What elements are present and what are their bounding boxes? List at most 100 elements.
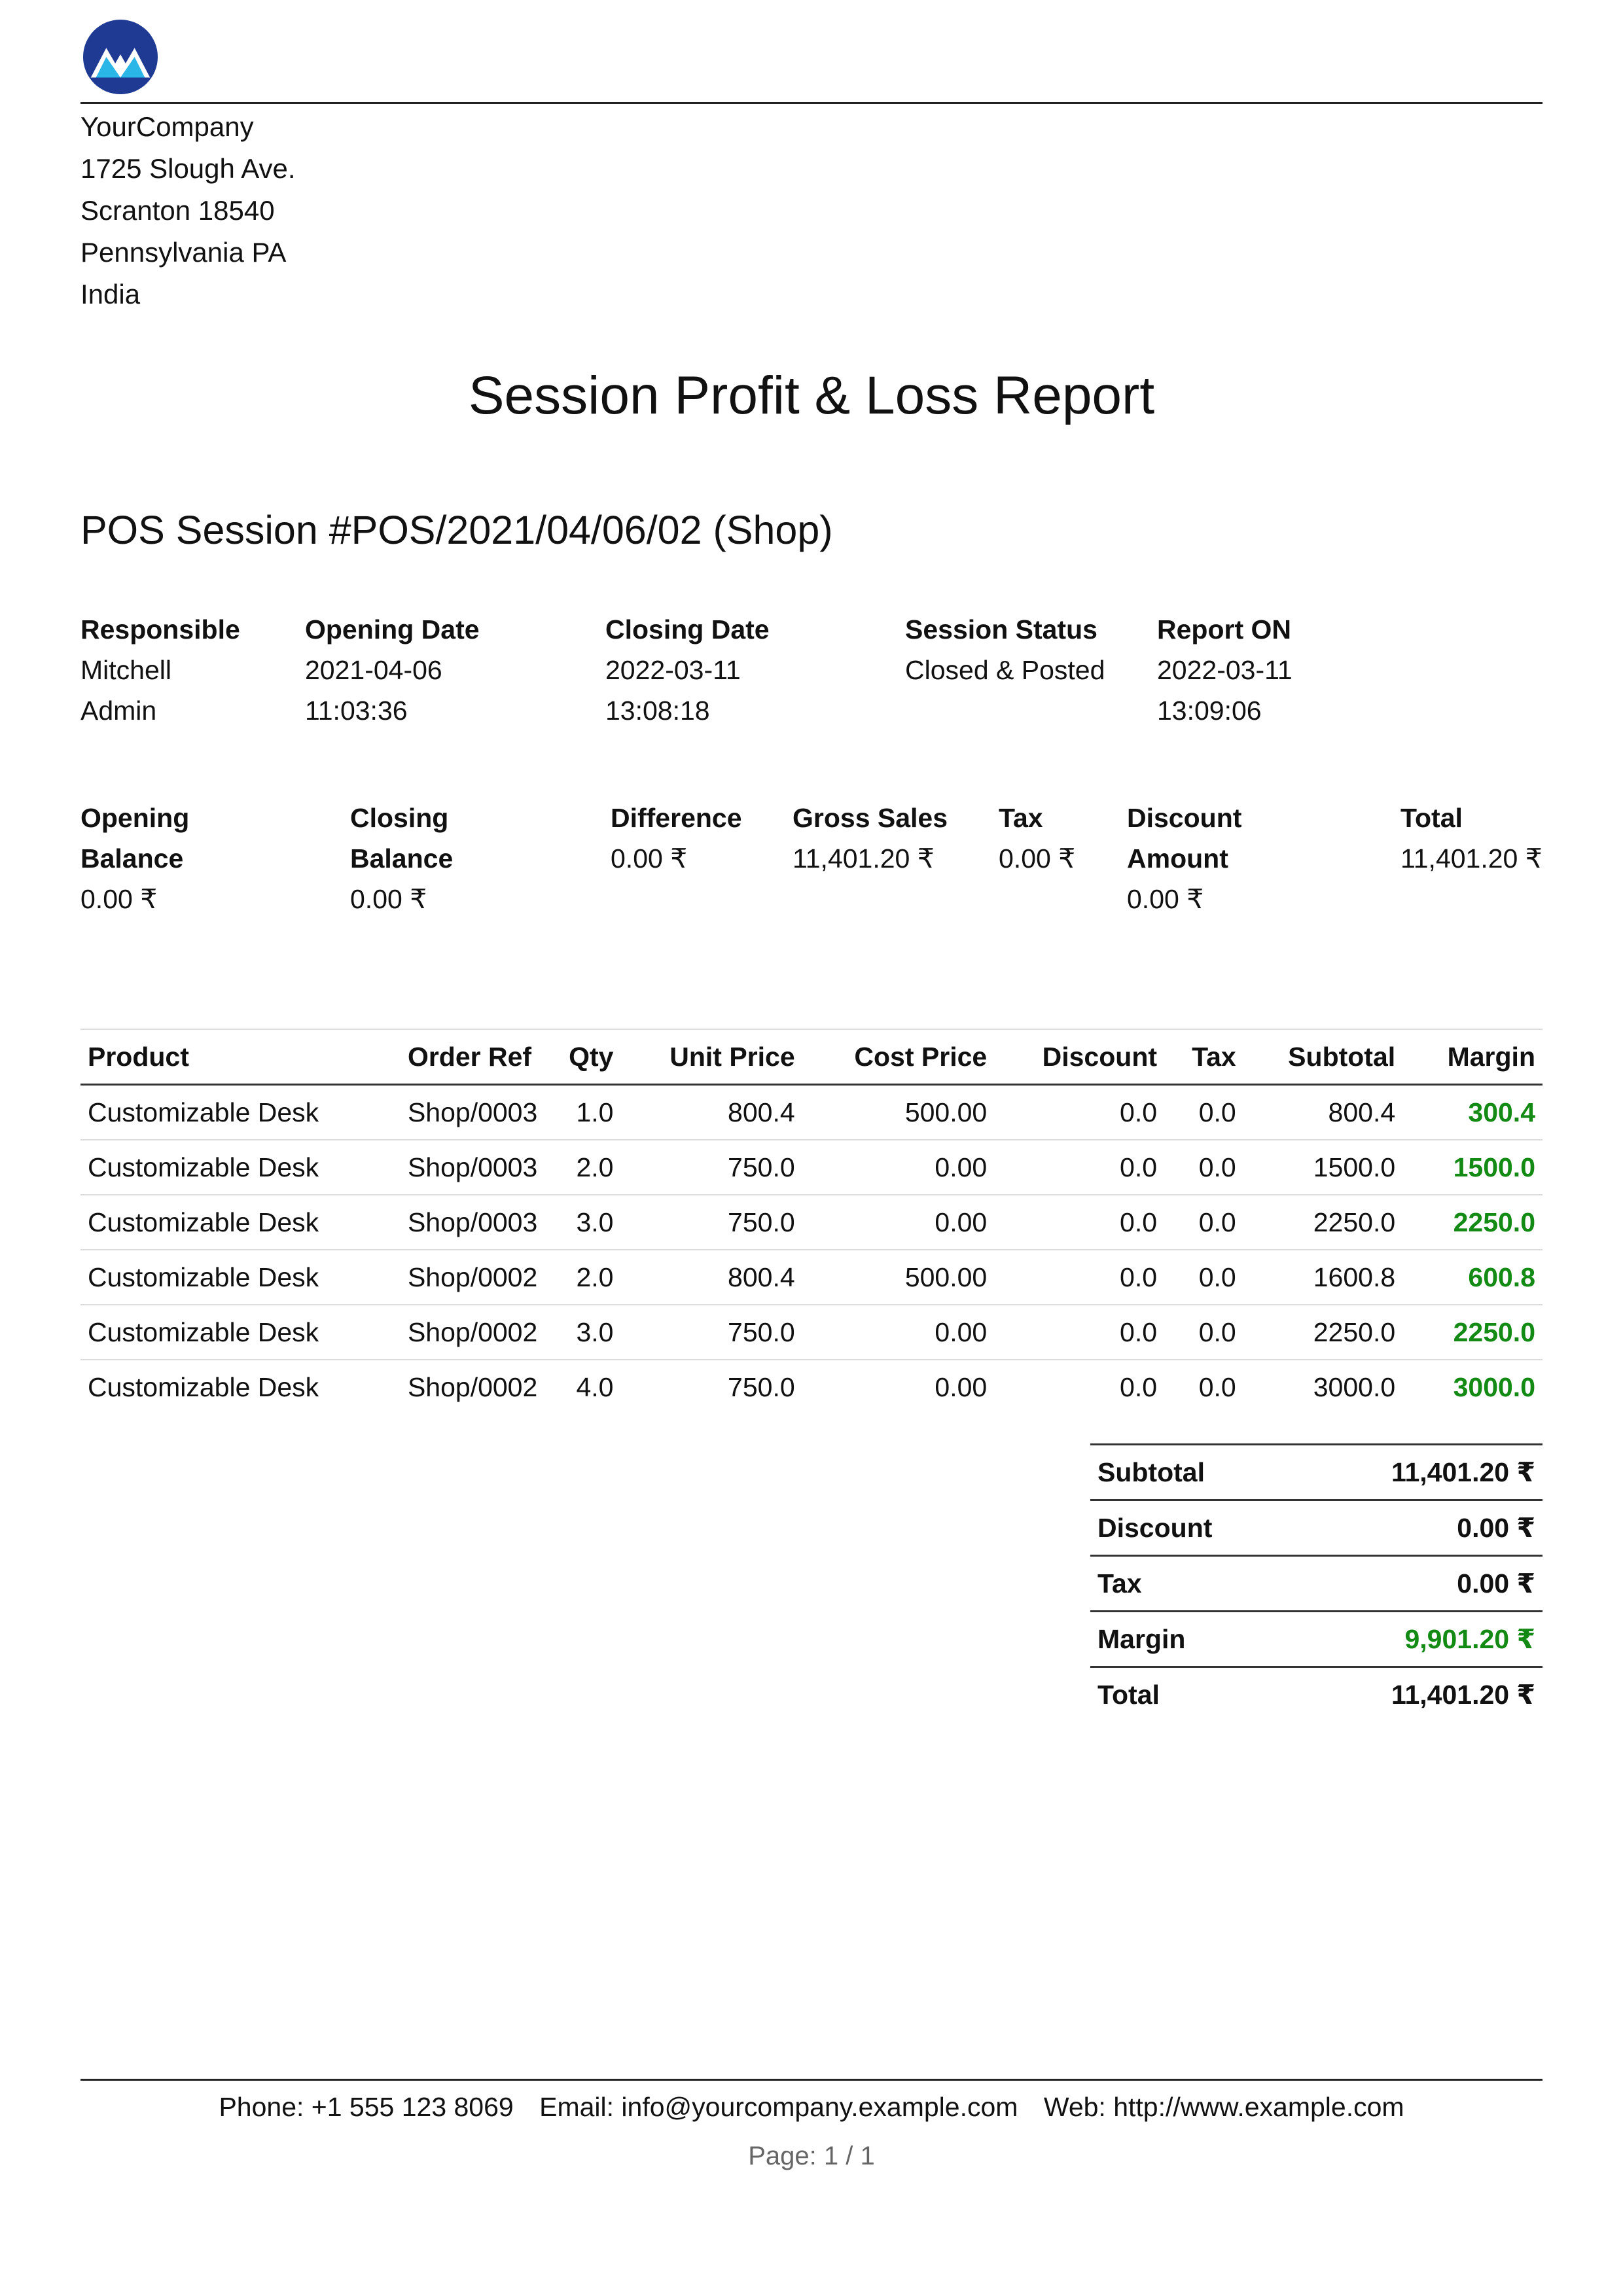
subtotal-label: Subtotal xyxy=(1090,1443,1294,1500)
order-ref-cell: Shop/0002 xyxy=(400,1305,558,1360)
margin-cell: 2250.0 xyxy=(1402,1305,1543,1360)
address-line: 1725 Slough Ave. xyxy=(80,153,296,184)
table-row: Customizable Desk Shop/0003 3.0 750.0 0.… xyxy=(80,1195,1543,1250)
qty-cell: 3.0 xyxy=(557,1305,621,1360)
closing-date-label: Closing Date xyxy=(605,614,770,645)
session-status-field: Session Status Closed & Posted xyxy=(905,609,1105,690)
tax-cell: 0.0 xyxy=(1164,1195,1243,1250)
address-line: Pennsylvania PA xyxy=(80,237,287,268)
grand-total-label: Total xyxy=(1090,1666,1294,1722)
totals-row-tax: Tax 0.00 ₹ xyxy=(1090,1555,1543,1612)
header-divider xyxy=(80,102,1543,104)
closing-time-value: 13:08:18 xyxy=(605,696,710,726)
subtotal-cell: 1500.0 xyxy=(1243,1140,1403,1195)
qty-cell: 1.0 xyxy=(557,1084,621,1140)
cost-price-cell: 500.00 xyxy=(802,1250,995,1305)
footer-divider xyxy=(80,2079,1543,2081)
tax-total-label: Tax xyxy=(1090,1555,1294,1612)
address-line: Scranton 18540 xyxy=(80,195,275,226)
cost-price-cell: 0.00 xyxy=(935,1371,988,1402)
product-cell: Customizable Desk xyxy=(80,1305,401,1360)
column-header-tax: Tax xyxy=(1164,1029,1243,1086)
total-value: 11,401.20 ₹ xyxy=(1400,843,1543,874)
subtotal-cell: 800.4 xyxy=(1243,1084,1403,1140)
opening-date-value: 2021-04-06 xyxy=(305,655,442,685)
product-cell: Customizable Desk xyxy=(80,1195,401,1250)
footer-contact: Phone: +1 555 123 8069 Email: info@yourc… xyxy=(0,2087,1623,2127)
margin-value: 9,901.20 ₹ xyxy=(1293,1610,1543,1667)
discount-cell: 0.0 xyxy=(994,1140,1165,1195)
company-logo-icon xyxy=(82,19,158,95)
tax-total-value: 0.00 ₹ xyxy=(1293,1555,1543,1612)
tax-value: 0.00 ₹ xyxy=(999,843,1076,874)
responsible-field: Responsible Mitchell Admin xyxy=(80,609,240,731)
column-header-subtotal: Subtotal xyxy=(1243,1029,1403,1086)
discount-cell: 0.0 xyxy=(1120,1371,1158,1402)
column-header-margin: Margin xyxy=(1402,1029,1543,1086)
session-title: POS Session #POS/2021/04/06/02 (Shop) xyxy=(80,508,833,552)
qty-cell: 2.0 xyxy=(557,1140,621,1195)
subtotal-cell: 3000.0 xyxy=(1313,1371,1396,1402)
opening-balance-field: Opening Balance 0.00 ₹ xyxy=(80,798,189,919)
unit-price-cell: 750.0 xyxy=(728,1371,795,1402)
cost-price-cell: 0.00 xyxy=(802,1195,995,1250)
discount-cell: 0.0 xyxy=(994,1250,1165,1305)
company-address: YourCompany 1725 Slough Ave. Scranton 18… xyxy=(80,106,296,315)
cost-price-cell: 0.00 xyxy=(802,1305,995,1360)
table-row: Customizable Desk Shop/0003 2.0 750.0 0.… xyxy=(80,1140,1543,1195)
closing-balance-value: 0.00 ₹ xyxy=(350,884,427,914)
margin-cell: 3000.0 xyxy=(1453,1371,1535,1402)
gross-sales-label: Gross Sales xyxy=(793,803,948,833)
subtotal-cell: 1600.8 xyxy=(1243,1250,1403,1305)
product-cell: Customizable Desk xyxy=(80,1084,401,1140)
opening-balance-label: Balance xyxy=(80,843,184,874)
table-row: Customizable Desk Shop/0002 4.0 750.0 0.… xyxy=(80,1360,1543,1414)
totals-row-subtotal: Subtotal 11,401.20 ₹ xyxy=(1090,1443,1543,1500)
subtotal-cell: 2250.0 xyxy=(1243,1305,1403,1360)
company-name: YourCompany xyxy=(80,111,254,142)
column-header-discount: Discount xyxy=(994,1029,1165,1086)
page-number: Page: 1 / 1 xyxy=(748,2142,875,2170)
totals-row-margin: Margin 9,901.20 ₹ xyxy=(1090,1610,1543,1667)
table-row: Customizable Desk Shop/0002 2.0 800.4 50… xyxy=(80,1250,1543,1305)
discount-cell: 0.0 xyxy=(994,1195,1165,1250)
discount-amount-field: Discount Amount 0.00 ₹ xyxy=(1127,798,1241,919)
margin-label: Margin xyxy=(1090,1610,1294,1667)
address-line: India xyxy=(80,279,141,309)
discount-cell: 0.0 xyxy=(994,1084,1165,1140)
order-ref-cell: Shop/0003 xyxy=(400,1084,558,1140)
margin-cell: 600.8 xyxy=(1402,1250,1543,1305)
discount-amount-label: Amount xyxy=(1127,843,1228,874)
unit-price-cell: 750.0 xyxy=(620,1305,802,1360)
opening-time-value: 11:03:36 xyxy=(305,696,408,726)
margin-cell: 2250.0 xyxy=(1402,1195,1543,1250)
session-lines-table: Product Order Ref Qty Unit Price Cost Pr… xyxy=(80,1029,1543,1414)
order-ref-cell: Shop/0002 xyxy=(407,1371,538,1402)
report-on-field: Report ON 2022-03-11 13:09:06 xyxy=(1157,609,1293,731)
footer-email: Email: info@yourcompany.example.com xyxy=(539,2092,1018,2122)
order-ref-cell: Shop/0002 xyxy=(400,1250,558,1305)
totals-row-total: Total 11,401.20 ₹ xyxy=(1090,1666,1543,1722)
totals-table: Subtotal 11,401.20 ₹ Discount 0.00 ₹ Tax… xyxy=(1090,1443,1543,1722)
cost-price-cell: 500.00 xyxy=(802,1084,995,1140)
discount-amount-label: Discount xyxy=(1127,803,1242,833)
product-cell: Customizable Desk xyxy=(80,1140,401,1195)
table-row: Customizable Desk Shop/0003 1.0 800.4 50… xyxy=(80,1084,1543,1140)
unit-price-cell: 750.0 xyxy=(620,1140,802,1195)
unit-price-cell: 750.0 xyxy=(620,1195,802,1250)
grand-total-value: 11,401.20 ₹ xyxy=(1293,1666,1543,1722)
tax-cell: 0.0 xyxy=(1164,1250,1243,1305)
unit-price-cell: 800.4 xyxy=(620,1250,802,1305)
report-title: Session Profit & Loss Report xyxy=(468,366,1155,425)
discount-cell: 0.0 xyxy=(994,1305,1165,1360)
product-cell: Customizable Desk xyxy=(80,1250,401,1305)
column-header-qty: Qty xyxy=(557,1029,621,1086)
report-on-label: Report ON xyxy=(1157,614,1291,645)
table-row: Customizable Desk Shop/0002 3.0 750.0 0.… xyxy=(80,1305,1543,1360)
tax-cell: 0.0 xyxy=(1198,1371,1236,1402)
gross-sales-value: 11,401.20 ₹ xyxy=(793,843,935,874)
gross-sales-field: Gross Sales 11,401.20 ₹ xyxy=(793,798,948,879)
column-header-cost-price: Cost Price xyxy=(802,1029,995,1086)
closing-date-field: Closing Date 2022-03-11 13:08:18 xyxy=(605,609,770,731)
closing-balance-label: Balance xyxy=(350,843,454,874)
